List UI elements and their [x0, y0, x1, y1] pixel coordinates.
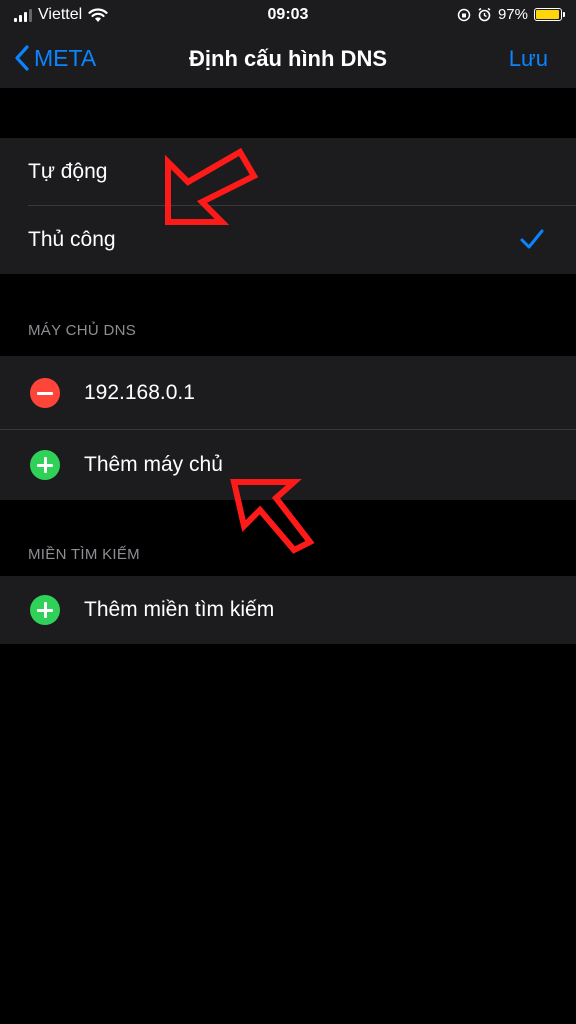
chevron-left-icon: [15, 45, 29, 71]
remove-icon[interactable]: [30, 378, 60, 408]
save-button[interactable]: Lưu: [509, 46, 548, 72]
annotation-arrow-icon: [230, 479, 315, 554]
back-button[interactable]: META: [14, 44, 96, 72]
add-search-domain-label: Thêm miền tìm kiếm: [84, 598, 275, 621]
dns-server-address[interactable]: 192.168.0.1: [84, 381, 195, 405]
dns-server-row[interactable]: 192.168.0.1: [0, 356, 576, 430]
battery-icon: [534, 8, 565, 21]
battery-percent: 97%: [497, 6, 528, 23]
annotation-arrow-icon: [165, 148, 259, 225]
add-search-domain-button[interactable]: Thêm miền tìm kiếm: [0, 576, 576, 644]
orientation-lock-icon: [457, 8, 471, 21]
add-icon: [30, 595, 60, 625]
mode-group: Tự động Thủ công: [0, 138, 576, 274]
add-server-label: Thêm máy chủ: [84, 453, 223, 476]
mode-option-label: Thủ công: [28, 228, 116, 251]
mode-option-label: Tự động: [28, 160, 108, 183]
status-right: 97%: [457, 6, 565, 23]
search-domains-header: MIỀN TÌM KIẾM: [28, 546, 140, 563]
mode-option-automatic[interactable]: Tự động: [0, 138, 576, 206]
search-domains-group: Thêm miền tìm kiếm: [0, 576, 576, 644]
dns-servers-header: MÁY CHỦ DNS: [28, 322, 137, 339]
add-icon: [30, 450, 60, 480]
status-bar: Viettel 09:03 97%: [0, 0, 576, 32]
mode-option-manual[interactable]: Thủ công: [0, 206, 576, 274]
alarm-icon: [478, 7, 491, 22]
battery-level: [536, 10, 560, 19]
back-button-label: META: [34, 44, 97, 71]
checkmark-icon: [520, 229, 544, 249]
navigation-bar: META Định cấu hình DNS Lưu: [0, 32, 576, 88]
